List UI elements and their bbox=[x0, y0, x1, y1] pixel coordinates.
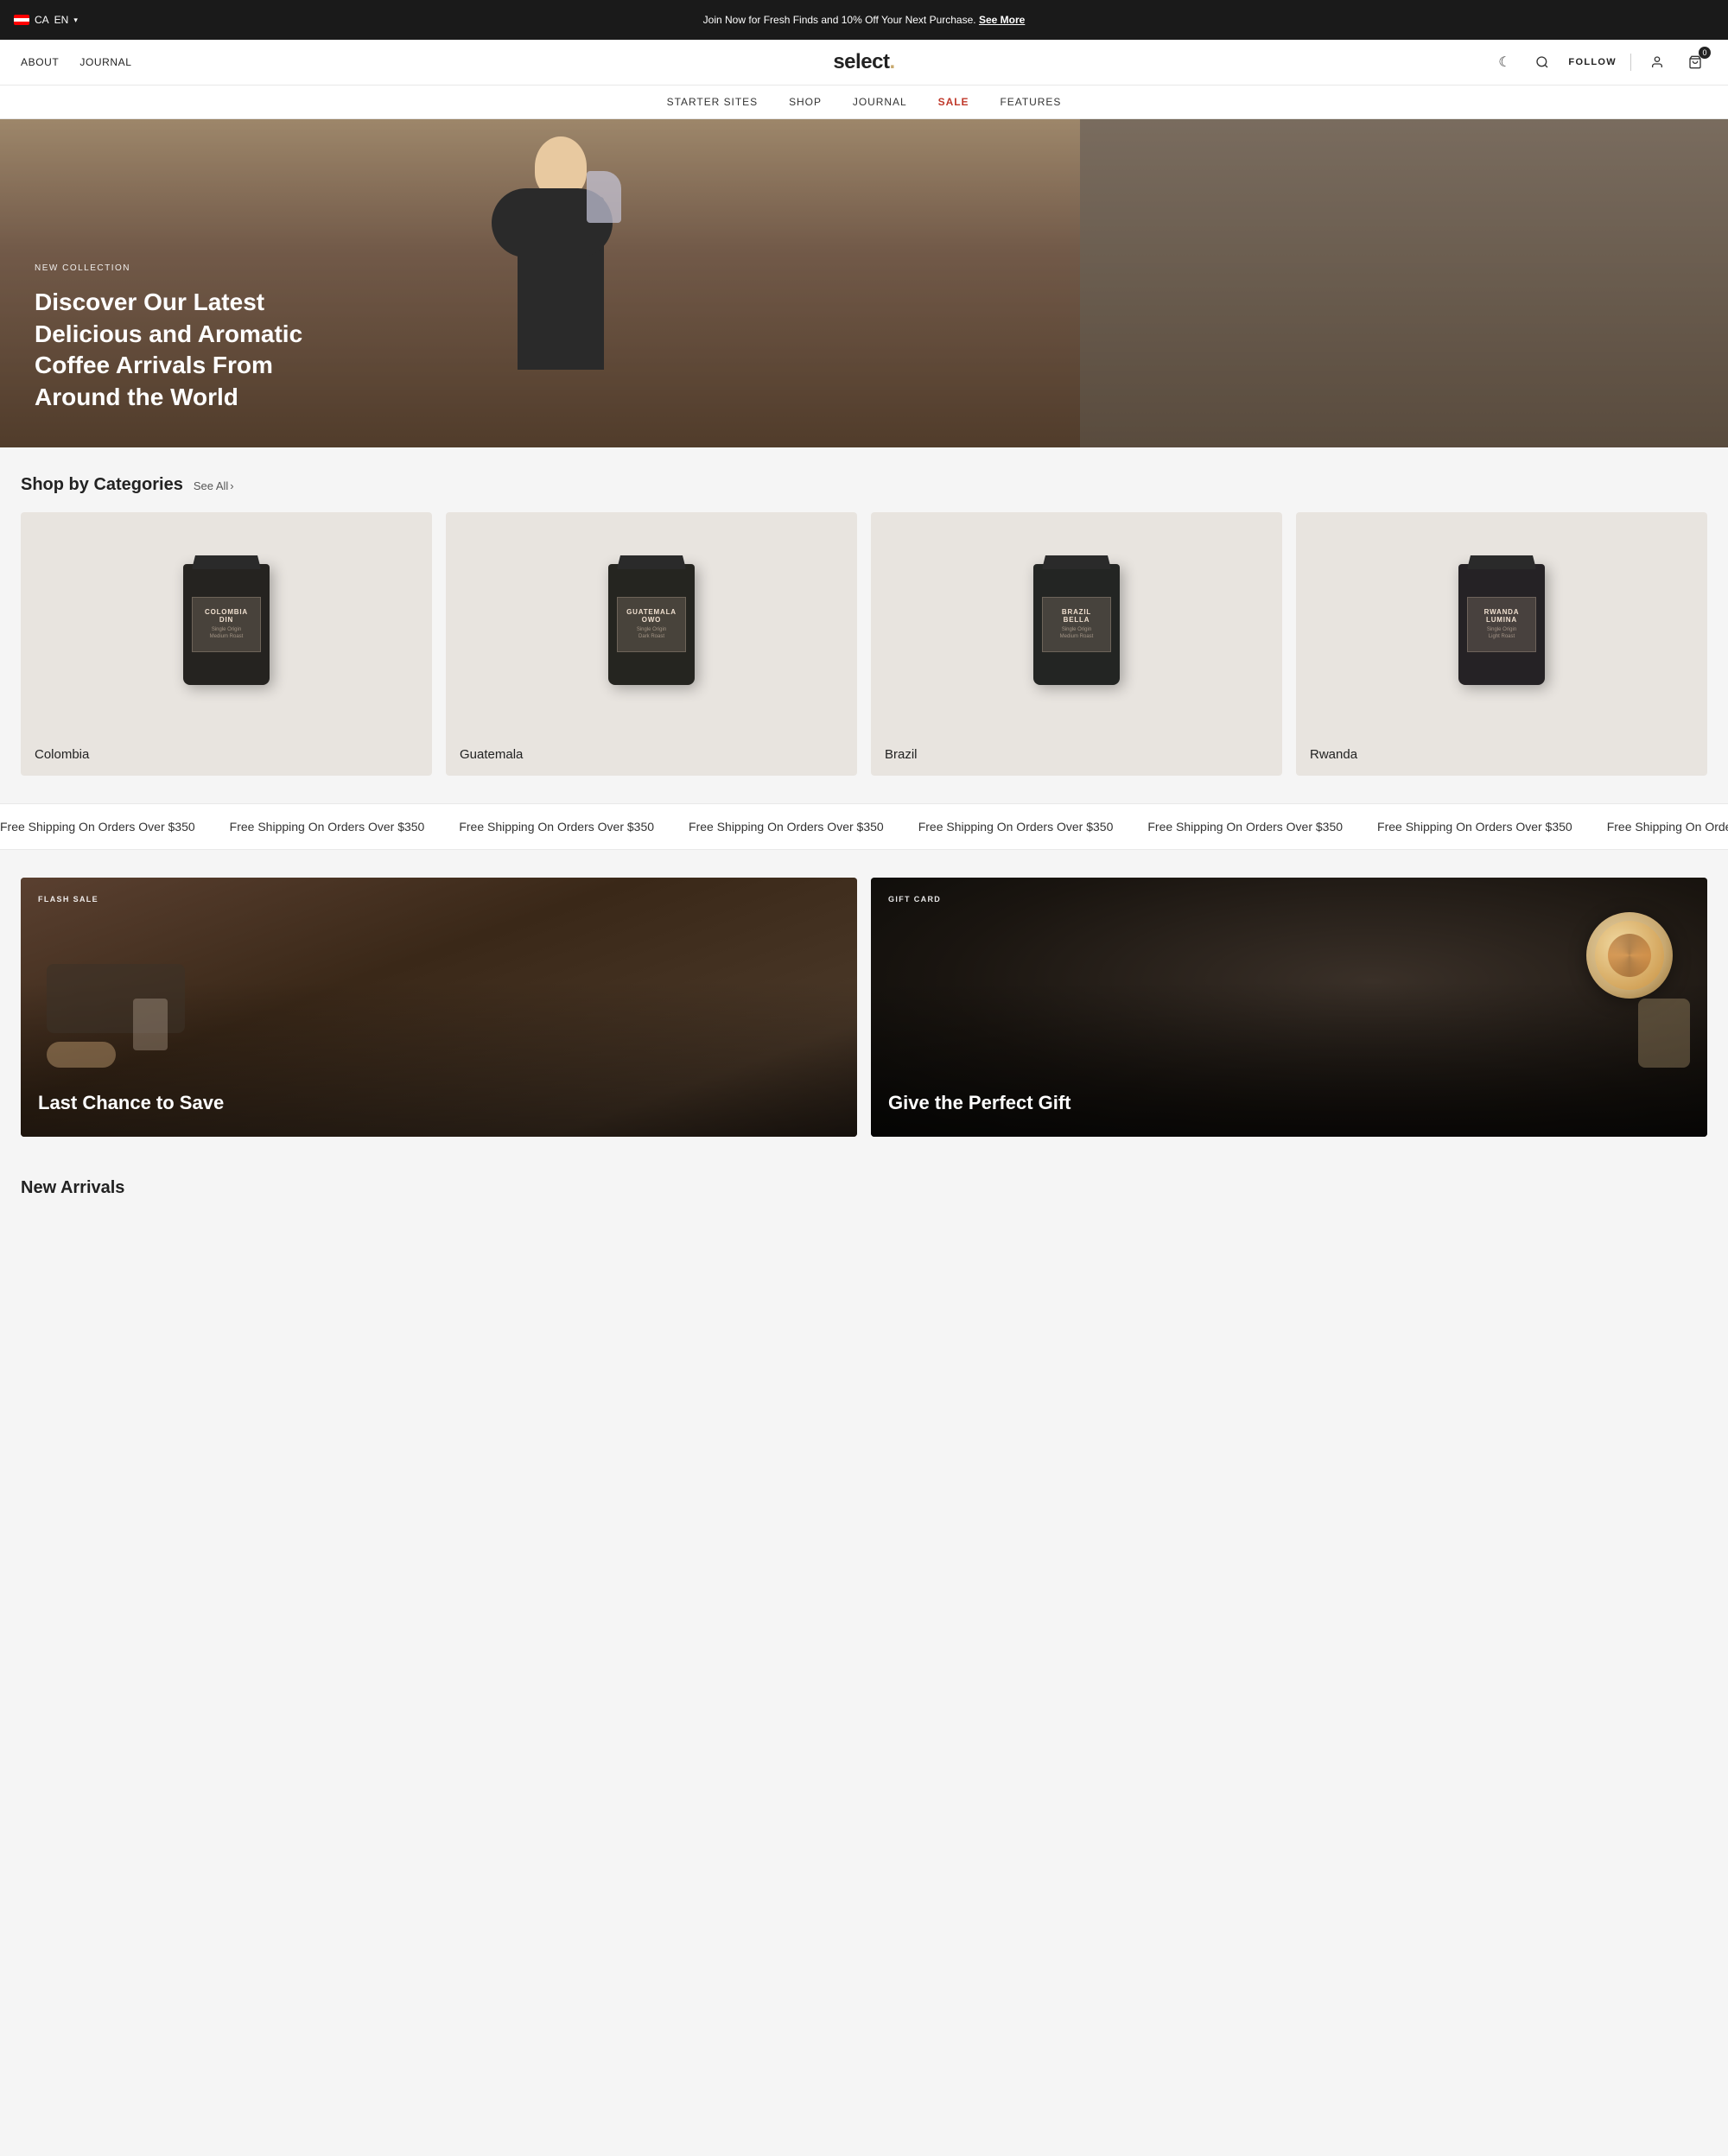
category-name-rwanda: Rwanda bbox=[1296, 737, 1707, 776]
account-button[interactable] bbox=[1645, 50, 1669, 74]
announcement-bar: CA EN ▾ Join Now for Fresh Finds and 10%… bbox=[0, 0, 1728, 40]
category-name-guatemala: Guatemala bbox=[446, 737, 857, 776]
bag-label-rwanda: RWANDA LUMINA Single OriginLight Roast bbox=[1467, 597, 1536, 652]
nav-sale[interactable]: SALE bbox=[938, 96, 969, 108]
gift-title: Give the Perfect Gift bbox=[888, 1091, 1071, 1116]
hero-overlay: NEW COLLECTION Discover Our Latest Delic… bbox=[35, 263, 363, 413]
nav-starter-sites[interactable]: STARTER SITES bbox=[667, 96, 758, 108]
barista-arms bbox=[492, 188, 613, 257]
shipping-ticker: Free Shipping On Orders Over $350 Free S… bbox=[0, 820, 1728, 834]
header-nav-right: ☾ FOLLOW 0 bbox=[1492, 50, 1707, 74]
bag-label-guatemala: GUATEMALA OWO Single OriginDark Roast bbox=[617, 597, 686, 652]
cart-icon-wrap: 0 bbox=[1683, 50, 1707, 74]
categories-header: Shop by Categories See All › bbox=[21, 475, 1707, 495]
header-nav-left: ABOUT JOURNAL bbox=[21, 56, 132, 68]
shipping-item-6: Free Shipping On Orders Over $350 bbox=[1147, 820, 1343, 834]
coffee-bag-guatemala: GUATEMALA OWO Single OriginDark Roast bbox=[608, 564, 695, 685]
shipping-item-5: Free Shipping On Orders Over $350 bbox=[918, 820, 1114, 834]
announcement-text: Join Now for Fresh Finds and 10% Off You… bbox=[703, 14, 976, 26]
dark-mode-toggle[interactable]: ☾ bbox=[1492, 50, 1516, 74]
locale-language: EN bbox=[54, 14, 69, 26]
shipping-item-1: Free Shipping On Orders Over $350 bbox=[0, 820, 195, 834]
nav-journal[interactable]: JOURNAL bbox=[853, 96, 907, 108]
flag-icon bbox=[14, 15, 29, 25]
category-card-rwanda[interactable]: RWANDA LUMINA Single OriginLight Roast R… bbox=[1296, 512, 1707, 776]
gift-badge: GIFT CARD bbox=[888, 895, 941, 904]
coffee-bag-colombia: COLOMBIA DIN Single OriginMedium Roast bbox=[183, 564, 270, 685]
announcement-cta[interactable]: See More bbox=[979, 14, 1025, 26]
locale-chevron: ▾ bbox=[73, 16, 78, 25]
site-logo[interactable]: select. bbox=[833, 50, 894, 74]
promo-card-gift[interactable]: GIFT CARD Give the Perfect Gift bbox=[871, 878, 1707, 1137]
categories-see-all[interactable]: See All › bbox=[194, 479, 234, 492]
shipping-item-7: Free Shipping On Orders Over $350 bbox=[1377, 820, 1572, 834]
cart-count: 0 bbox=[1699, 47, 1711, 59]
follow-button[interactable]: FOLLOW bbox=[1568, 57, 1617, 67]
hero-image-right bbox=[1080, 119, 1728, 447]
search-button[interactable] bbox=[1530, 50, 1554, 74]
category-card-guatemala[interactable]: GUATEMALA OWO Single OriginDark Roast Gu… bbox=[446, 512, 857, 776]
shipping-item-8: Free Shipping On Orders Over $350 bbox=[1607, 820, 1728, 834]
nav-shop[interactable]: SHOP bbox=[789, 96, 822, 108]
nav-journal[interactable]: JOURNAL bbox=[79, 56, 131, 68]
shipping-item-4: Free Shipping On Orders Over $350 bbox=[689, 820, 884, 834]
category-name-brazil: Brazil bbox=[871, 737, 1282, 776]
new-arrivals-section: New Arrivals bbox=[0, 1164, 1728, 1229]
hero-barista-figure bbox=[509, 136, 613, 413]
hero-badge: NEW COLLECTION bbox=[35, 263, 363, 273]
locale-country: CA bbox=[35, 14, 49, 26]
barista-body bbox=[518, 197, 604, 370]
category-image-brazil: BRAZIL BELLA Single OriginMedium Roast bbox=[871, 512, 1282, 737]
gift-hand-figure bbox=[1638, 999, 1690, 1068]
category-card-colombia[interactable]: COLOMBIA DIN Single OriginMedium Roast C… bbox=[21, 512, 432, 776]
nav-about[interactable]: ABOUT bbox=[21, 56, 59, 68]
categories-section: Shop by Categories See All › COLOMBIA DI… bbox=[0, 447, 1728, 803]
bag-label-brazil: BRAZIL BELLA Single OriginMedium Roast bbox=[1042, 597, 1111, 652]
hero-banner: NEW COLLECTION Discover Our Latest Delic… bbox=[0, 119, 1728, 447]
category-image-colombia: COLOMBIA DIN Single OriginMedium Roast bbox=[21, 512, 432, 737]
category-card-brazil[interactable]: BRAZIL BELLA Single OriginMedium Roast B… bbox=[871, 512, 1282, 776]
nav-features[interactable]: FEATURES bbox=[1001, 96, 1062, 108]
header-divider bbox=[1630, 54, 1631, 71]
coffee-bag-brazil: BRAZIL BELLA Single OriginMedium Roast bbox=[1033, 564, 1120, 685]
flash-sale-badge: FLASH SALE bbox=[38, 895, 98, 904]
category-name-colombia: Colombia bbox=[21, 737, 432, 776]
flash-sale-image bbox=[47, 964, 185, 1085]
locale-selector[interactable]: CA EN ▾ bbox=[14, 14, 78, 26]
logo-text: select. bbox=[833, 50, 894, 73]
new-arrivals-title: New Arrivals bbox=[21, 1178, 1707, 1198]
chevron-right-icon: › bbox=[230, 479, 233, 492]
category-image-rwanda: RWANDA LUMINA Single OriginLight Roast bbox=[1296, 512, 1707, 737]
shipping-item-3: Free Shipping On Orders Over $350 bbox=[459, 820, 654, 834]
categories-title: Shop by Categories bbox=[21, 475, 183, 495]
category-image-guatemala: GUATEMALA OWO Single OriginDark Roast bbox=[446, 512, 857, 737]
gift-latte-cup bbox=[1586, 912, 1673, 999]
hero-title: Discover Our Latest Delicious and Aromat… bbox=[35, 287, 363, 413]
coffee-bag-rwanda: RWANDA LUMINA Single OriginLight Roast bbox=[1458, 564, 1545, 685]
promo-section: FLASH SALE Last Chance to Save GIFT CARD… bbox=[0, 850, 1728, 1164]
categories-grid: COLOMBIA DIN Single OriginMedium Roast C… bbox=[21, 512, 1707, 776]
bag-label-colombia: COLOMBIA DIN Single OriginMedium Roast bbox=[192, 597, 261, 652]
secondary-nav: STARTER SITES SHOP JOURNAL SALE FEATURES bbox=[0, 86, 1728, 119]
pitcher bbox=[587, 171, 621, 223]
promo-card-flash-sale[interactable]: FLASH SALE Last Chance to Save bbox=[21, 878, 857, 1137]
flash-sale-title: Last Chance to Save bbox=[38, 1091, 224, 1116]
shipping-banner: Free Shipping On Orders Over $350 Free S… bbox=[0, 803, 1728, 850]
shipping-item-2: Free Shipping On Orders Over $350 bbox=[230, 820, 425, 834]
header: ABOUT JOURNAL select. ☾ FOLLOW 0 bbox=[0, 40, 1728, 86]
